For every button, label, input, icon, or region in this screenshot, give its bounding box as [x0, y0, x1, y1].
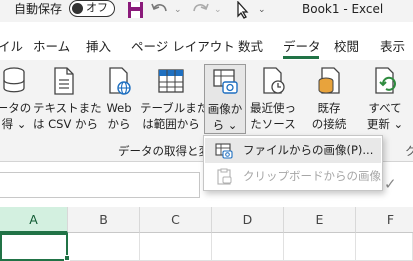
picture-from-file-icon	[215, 143, 233, 159]
from-picture-label: 画像か ら ⌄	[207, 102, 243, 132]
column-header-c[interactable]: C	[140, 207, 212, 233]
column-header-a[interactable]: A	[0, 207, 68, 233]
recent-sources-label: 最近使っ たソース	[250, 101, 296, 131]
menu-item-picture-from-clipboard[interactable]: クリップボードからの画像	[205, 164, 381, 189]
cursor-icon[interactable]	[233, 1, 253, 19]
save-icon[interactable]	[126, 1, 146, 19]
tab-view[interactable]: 表示	[380, 39, 405, 54]
tab-file[interactable]: イル	[0, 39, 23, 54]
picture-table-icon	[213, 69, 238, 94]
clipboard-icon	[217, 168, 232, 185]
from-web-label: Web から	[106, 101, 132, 131]
customize-qat-icon[interactable]: ⌄	[258, 3, 266, 17]
from-web-button[interactable]: Web から	[100, 64, 138, 134]
from-table-range-button[interactable]: テーブルまた は範囲から	[140, 64, 209, 134]
tab-review[interactable]: 校閲	[334, 39, 359, 54]
existing-connections-icon	[318, 67, 340, 94]
table-row	[0, 233, 413, 261]
from-table-range-label: テーブルまた は範囲から	[140, 101, 209, 131]
refresh-icon	[375, 67, 396, 94]
tab-formulas[interactable]: 数式	[238, 39, 263, 54]
title-bar: 自動保存 オフ ⌄ ⌄ ⌄ Book1 - Excel	[0, 0, 413, 22]
column-header-e[interactable]: E	[284, 207, 356, 233]
ribbon-tabs: イル ホーム 挿入 ページ レイアウト 数式 データ 校閲 表示	[0, 36, 413, 60]
tab-data[interactable]: データ	[283, 39, 321, 54]
name-box[interactable]	[0, 172, 200, 198]
recent-sources-icon	[263, 67, 285, 94]
cell-b1[interactable]	[68, 233, 140, 261]
existing-connections-button[interactable]: 既存 の接続	[306, 64, 352, 134]
cell-d1[interactable]	[212, 233, 284, 261]
column-header-b[interactable]: B	[68, 207, 140, 233]
get-transform-group-label: データの取得と変	[118, 144, 210, 158]
refresh-all-button[interactable]: すべて 更新 ⌄	[362, 64, 408, 134]
menu-item-label: クリップボードからの画像	[243, 169, 381, 183]
column-header-f[interactable]: F	[356, 207, 413, 233]
tab-page-layout[interactable]: ページ レイアウト	[131, 39, 235, 54]
next-group-label: ク	[405, 144, 413, 158]
redo-icon[interactable]	[190, 1, 210, 19]
cell-e1[interactable]	[284, 233, 356, 261]
autosave-toggle[interactable]: オフ	[69, 0, 115, 17]
toggle-knob	[72, 3, 83, 14]
recent-sources-button[interactable]: 最近使っ たソース	[248, 64, 298, 134]
text-file-icon	[54, 67, 74, 95]
column-header-d[interactable]: D	[212, 207, 284, 233]
table-icon	[158, 69, 184, 93]
autosave-state: オフ	[86, 1, 108, 14]
tab-insert[interactable]: 挿入	[86, 39, 111, 54]
undo-icon[interactable]	[150, 1, 170, 19]
fill-handle[interactable]	[64, 255, 70, 261]
existing-connections-label: 既存 の接続	[311, 101, 347, 131]
from-text-csv-label: テキストまた は CSV から	[33, 101, 102, 131]
from-text-csv-button[interactable]: テキストまた は CSV から	[33, 64, 102, 134]
undo-dropdown-icon[interactable]: ⌄	[174, 3, 182, 17]
redo-dropdown-icon[interactable]: ⌄	[214, 3, 222, 17]
from-picture-button[interactable]: 画像か ら ⌄	[204, 64, 246, 134]
get-data-button[interactable]: ータの 得 ⌄	[0, 64, 36, 134]
menu-item-label: ファイルからの画像(P)...	[243, 143, 374, 157]
autosave-label: 自動保存	[14, 2, 63, 16]
cell-c1[interactable]	[140, 233, 212, 261]
get-data-label: ータの 得 ⌄	[0, 101, 32, 131]
cell-f1[interactable]	[356, 233, 413, 261]
tab-home[interactable]: ホーム	[33, 39, 70, 54]
refresh-all-label: すべて 更新 ⌄	[366, 101, 404, 131]
database-icon	[3, 67, 25, 93]
web-page-icon	[109, 67, 131, 95]
cell-a1[interactable]	[0, 233, 68, 261]
menu-item-picture-from-file[interactable]: ファイルからの画像(P)...	[205, 138, 381, 163]
enter-check-icon[interactable]: ✓	[384, 175, 397, 193]
document-title: Book1 - Excel	[302, 2, 384, 16]
from-picture-menu: ファイルからの画像(P)... クリップボードからの画像	[203, 135, 383, 191]
active-tab-indicator	[283, 56, 319, 59]
